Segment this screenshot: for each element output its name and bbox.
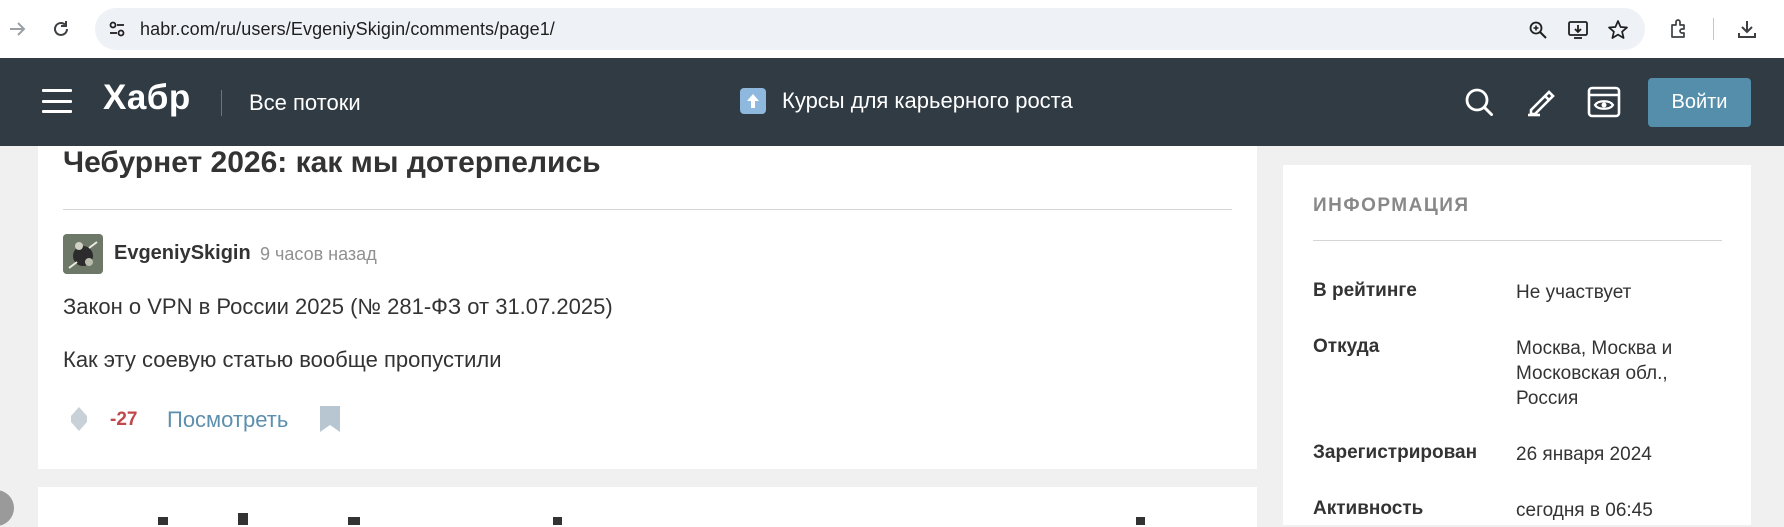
comment-card: Чебурнет 2026: как мы дотерпелись Evgeni… xyxy=(38,146,1257,469)
comment-score: -27 xyxy=(110,409,138,430)
reload-icon[interactable] xyxy=(46,14,76,44)
scroll-button[interactable] xyxy=(0,490,14,526)
zoom-icon[interactable] xyxy=(1525,17,1551,43)
view-comment-link[interactable]: Посмотреть xyxy=(167,407,288,433)
login-button[interactable]: Войти xyxy=(1648,78,1751,127)
site-header: Хабр Все потоки Курсы для карьерного рос… xyxy=(0,58,1784,146)
address-bar[interactable]: habr.com/ru/users/EvgeniySkigin/comments… xyxy=(95,8,1645,50)
promo-link[interactable]: Курсы для карьерного роста xyxy=(740,86,1073,116)
arrow-up-icon xyxy=(740,88,766,114)
bookmark-star-icon[interactable] xyxy=(1605,17,1631,43)
info-key: Откуда xyxy=(1313,336,1380,357)
comment-time[interactable]: 9 часов назад xyxy=(260,244,377,265)
all-streams-link[interactable]: Все потоки xyxy=(249,90,361,116)
sidebar-heading: ИНФОРМАЦИЯ xyxy=(1313,195,1470,216)
sidebar-divider xyxy=(1313,240,1722,241)
download-icon[interactable] xyxy=(1733,15,1761,43)
info-value: сегодня в 06:45 xyxy=(1516,500,1653,521)
install-app-icon[interactable] xyxy=(1565,17,1591,43)
comment-card xyxy=(38,487,1257,527)
info-value: 26 января 2024 xyxy=(1516,444,1652,465)
info-value[interactable]: Москва, Москва и Московская обл., Россия xyxy=(1516,336,1716,411)
site-settings-icon[interactable] xyxy=(105,17,129,41)
info-key: В рейтинге xyxy=(1313,280,1417,301)
extensions-icon[interactable] xyxy=(1665,15,1693,43)
avatar[interactable] xyxy=(63,234,103,274)
info-key: Зарегистрирован xyxy=(1313,442,1478,463)
comment-text-line: Как эту соевую статью вообще пропустили xyxy=(63,347,502,372)
menu-icon[interactable] xyxy=(42,89,72,113)
reading-mode-icon[interactable] xyxy=(1586,84,1622,120)
post-title[interactable]: Чебурнет 2026: как мы дотерпелись xyxy=(63,146,601,180)
info-sidebar: ИНФОРМАЦИЯ В рейтинге Не участвует Откуд… xyxy=(1283,165,1751,525)
comment-text-line: Закон о VPN в России 2025 (№ 281-ФЗ от 3… xyxy=(63,294,613,319)
bookmark-icon[interactable] xyxy=(319,405,341,433)
promo-label: Курсы для карьерного роста xyxy=(782,88,1073,113)
info-key: Активность xyxy=(1313,498,1424,519)
vote-icon[interactable] xyxy=(70,406,88,432)
forward-icon[interactable] xyxy=(2,14,32,44)
browser-toolbar: habr.com/ru/users/EvgeniySkigin/comments… xyxy=(0,0,1784,58)
toolbar-divider xyxy=(1713,18,1714,40)
next-title-partial xyxy=(158,513,1145,525)
write-article-icon[interactable] xyxy=(1523,84,1559,120)
search-icon[interactable] xyxy=(1461,84,1497,120)
url-text[interactable]: habr.com/ru/users/EvgeniySkigin/comments… xyxy=(140,19,555,40)
header-divider xyxy=(221,90,222,116)
site-logo[interactable]: Хабр xyxy=(103,78,191,118)
author-name[interactable]: EvgeniySkigin xyxy=(114,242,251,265)
title-divider xyxy=(63,209,1232,210)
info-value: Не участвует xyxy=(1516,282,1632,303)
